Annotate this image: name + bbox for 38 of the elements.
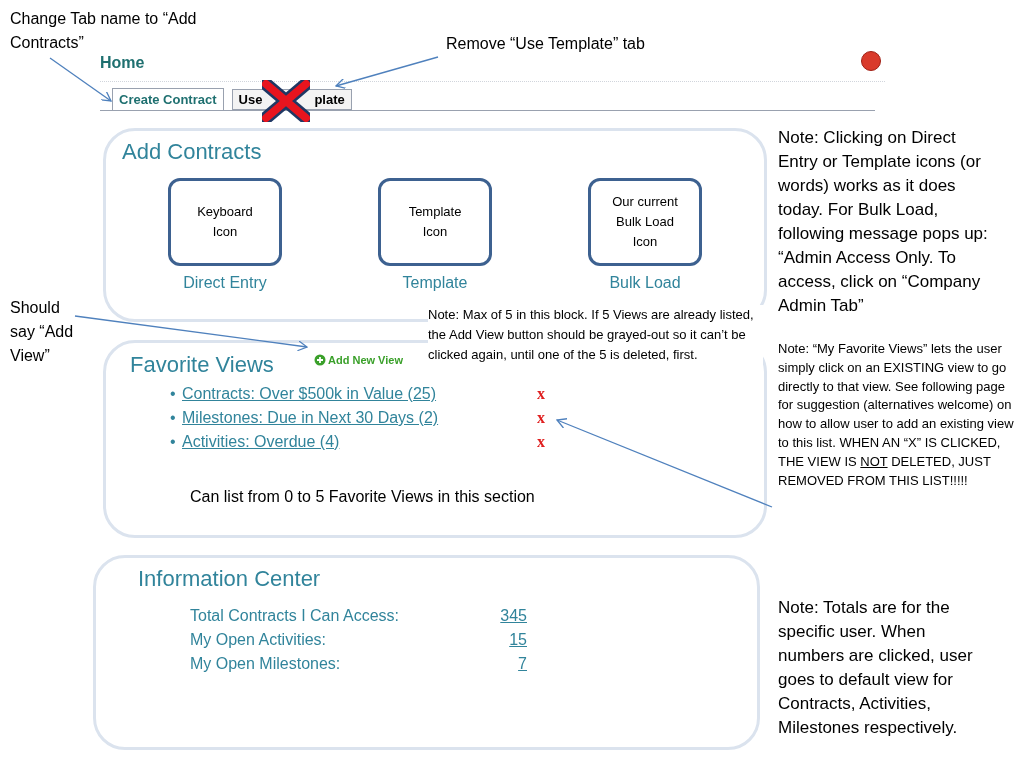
link[interactable]: Template [402, 271, 468, 295]
stat-label: Total Contracts I Can Access: [190, 606, 399, 626]
stat-label: My Open Milestones: [190, 654, 341, 674]
annotation-text: Should say “Add View” [10, 298, 75, 366]
remove-button[interactable]: x [537, 430, 545, 454]
stat-label: My Open Activities: [190, 630, 327, 650]
annotation-text: Remove “Use Template” tab [446, 34, 646, 54]
section-title: Add Contracts [122, 138, 262, 166]
section-title: Information Center [138, 565, 321, 593]
icon-placeholder[interactable]: Our current Bulk Load Icon [588, 178, 702, 266]
bullet-icon: • [170, 406, 182, 430]
cross-mark-icon [262, 80, 310, 122]
icon-placeholder[interactable]: Keyboard Icon [168, 178, 282, 266]
stat-link[interactable]: 7 [518, 652, 527, 676]
icon-placeholder[interactable]: Template Icon [378, 178, 492, 266]
annotation-text: Change Tab name to “Add Contracts” [10, 9, 198, 53]
note-text: Note: “My Favorite Views” lets the user simply click on an EXISTING view to go directly to that view. See following page for suggestion (alternatives welcome) on how to allow user to add an existing view to this list. WHEN AN “X” IS CLICKED, THE VIEW IS NOT DELETED, JUST REMOVED FROM THIS LIST!!!!! [778, 340, 1015, 490]
remove-button[interactable]: x [537, 382, 545, 406]
stat-link[interactable]: 15 [509, 628, 527, 652]
page-title: Home [100, 53, 145, 73]
add-view-button[interactable]: Add New View [314, 352, 403, 369]
view-link[interactable]: Milestones: Due in Next 30 Days (2) [182, 406, 537, 430]
section-title: Favorite Views [130, 351, 274, 379]
caption-text: Can list from 0 to 5 Favorite Views in this section [190, 487, 535, 507]
link[interactable]: Direct Entry [183, 271, 267, 295]
bullet-icon: • [170, 382, 182, 406]
bullet-icon: • [170, 430, 182, 454]
help-icon[interactable] [861, 51, 881, 71]
note-text: Note: Clicking on Direct Entry or Template icons (or words) works as it does today. For Bulk Load, following message pops up: “Admin Access Only. To access, click on “Company Admin Tab” [778, 127, 989, 317]
note-text: Note: Totals are for the specific user. When numbers are clicked, user goes to default view for Contracts, Activities, Milestones respectively. [778, 597, 974, 739]
remove-button[interactable]: x [537, 406, 545, 430]
stat-link[interactable]: 345 [500, 604, 527, 628]
note-text: Note: Max of 5 in this block. If 5 Views are already listed, the Add View button should be grayed-out so it can’t be clicked again, until one of the 5 is deleted, first. [428, 305, 763, 365]
tab[interactable]: Create Contract [112, 88, 224, 111]
view-link[interactable]: Contracts: Over $500k in Value (25) [182, 382, 537, 406]
add-icon [314, 354, 326, 367]
view-link[interactable]: Activities: Overdue (4) [182, 430, 537, 454]
link[interactable]: Bulk Load [609, 271, 681, 295]
